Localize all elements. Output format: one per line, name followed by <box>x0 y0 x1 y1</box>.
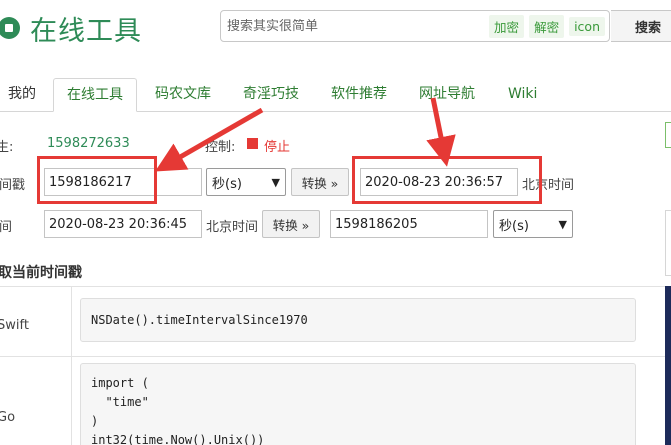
chevron-down-icon: ▼ <box>271 175 280 189</box>
tab-online-tools[interactable]: 在线工具 <box>53 78 137 112</box>
timestamp-result-unit-select[interactable]: 秒(s) ▼ <box>493 210 573 238</box>
datetime-input-suffix: 北京时间 <box>206 220 259 235</box>
timestamp-result-unit-value: 秒(s) <box>499 218 529 234</box>
code-block-go: import ( "time" ) int32(time.Now().Unix(… <box>80 363 636 445</box>
control-label: 控制: <box>205 140 236 155</box>
search-tag-icon[interactable]: icon <box>569 16 605 36</box>
code-block-swift: NSDate().timeIntervalSince1970 <box>80 298 636 342</box>
tab-coder-library[interactable]: 码农文库 <box>155 78 211 112</box>
stop-button[interactable]: 停止 <box>264 136 290 155</box>
tab-tricks[interactable]: 奇淫巧技 <box>243 78 299 112</box>
code-lang-go: Go <box>0 410 16 425</box>
code-line: ) <box>91 414 99 428</box>
timestamp-row-label: 间戳 <box>0 178 26 193</box>
stop-icon[interactable] <box>247 138 258 149</box>
annotation-box-timestamp <box>37 156 157 204</box>
timestamp-result-input[interactable]: 1598186205 <box>330 210 488 238</box>
chevron-down-icon: ▼ <box>558 217 567 231</box>
logo-text: 在线工具 <box>30 15 142 47</box>
current-timestamp-label: 生: <box>0 140 14 155</box>
tab-software[interactable]: 软件推荐 <box>331 78 387 112</box>
search-tag-decrypt[interactable]: 解密 <box>529 14 565 38</box>
code-line: "time" <box>91 395 149 409</box>
current-timestamp-value: 1598272633 <box>47 136 130 151</box>
tab-mine[interactable]: 我的 <box>8 78 36 112</box>
search-box: 加密 解密 icon <box>220 10 610 42</box>
timestamp-unit-select[interactable]: 秒(s) ▼ <box>206 168 286 196</box>
annotation-box-datetime <box>352 156 542 204</box>
table-row-divider <box>0 356 665 357</box>
right-sidebar-banner <box>665 286 671 445</box>
code-lang-swift: Swift <box>0 318 29 333</box>
convert-to-datetime-button[interactable]: 转换 » <box>291 168 349 196</box>
section-title: 取当前时间戳 <box>0 265 82 281</box>
datetime-row-label: 间 <box>0 220 13 235</box>
code-line: import ( <box>91 376 149 390</box>
search-tag-encrypt[interactable]: 加密 <box>489 14 525 38</box>
logo-icon <box>0 17 20 39</box>
code-line: NSDate().timeIntervalSince1970 <box>91 313 308 327</box>
main-nav: 我的 在线工具 码农文库 奇淫巧技 软件推荐 网址导航 Wiki <box>0 78 671 112</box>
right-sidebar-fragment <box>665 122 671 148</box>
search-button[interactable]: 搜索 <box>611 10 671 42</box>
table-column-divider <box>71 286 72 445</box>
datetime-input[interactable]: 2020-08-23 20:36:45 <box>44 210 202 238</box>
tab-wiki[interactable]: Wiki <box>508 78 537 112</box>
right-sidebar-box <box>665 210 671 276</box>
search-input[interactable] <box>227 18 485 34</box>
timestamp-unit-value: 秒(s) <box>212 176 242 192</box>
convert-to-timestamp-button[interactable]: 转换 » <box>262 210 320 238</box>
table-top-border <box>0 286 665 287</box>
tab-url-nav[interactable]: 网址导航 <box>419 78 475 112</box>
site-logo[interactable]: 在线工具 <box>0 10 142 47</box>
code-line: int32(time.Now().Unix()) <box>91 433 265 445</box>
